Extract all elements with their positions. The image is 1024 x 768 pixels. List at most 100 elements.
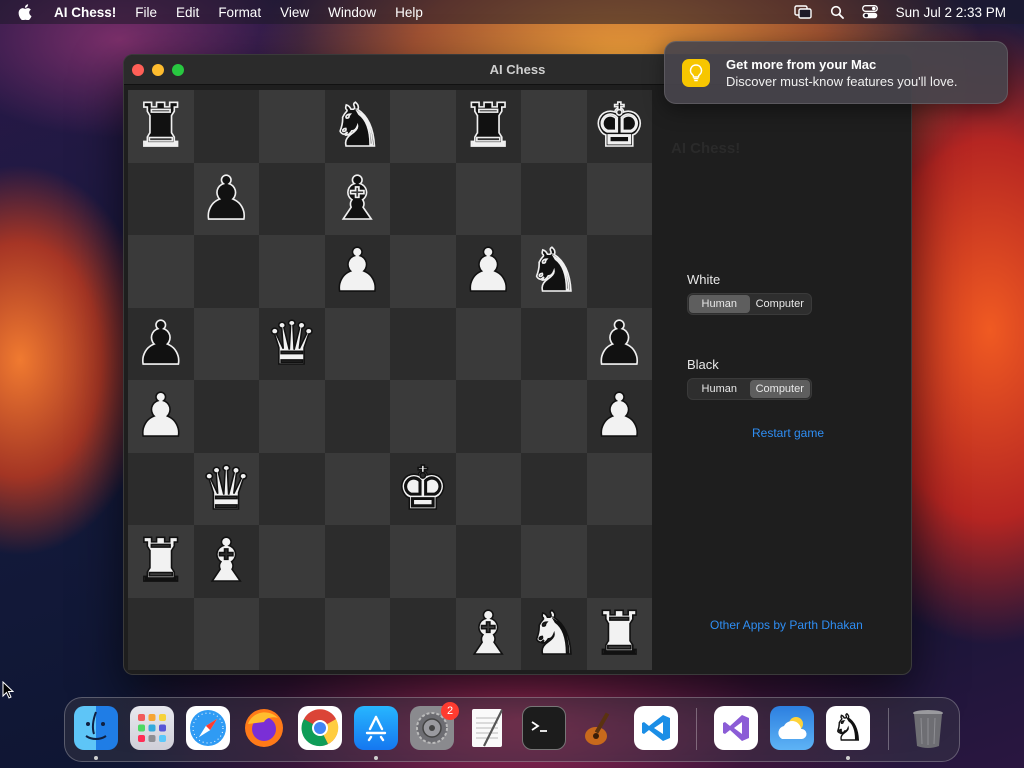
board-square-f6[interactable]: ♟ bbox=[455, 235, 521, 308]
black-human-option[interactable]: Human bbox=[689, 380, 750, 398]
board-square-b4[interactable] bbox=[193, 380, 259, 453]
board-square-c6[interactable] bbox=[259, 235, 325, 308]
control-center-icon[interactable] bbox=[861, 5, 878, 19]
board-square-b1[interactable] bbox=[193, 597, 259, 670]
black-pawn-piece[interactable]: ♟ bbox=[592, 313, 647, 375]
black-knight-piece[interactable]: ♞ bbox=[330, 95, 385, 157]
board-square-c4[interactable] bbox=[259, 380, 325, 453]
safari-icon[interactable] bbox=[186, 706, 230, 750]
board-square-e1[interactable] bbox=[390, 597, 456, 670]
board-square-e7[interactable] bbox=[390, 162, 456, 235]
white-king-piece[interactable]: ♚ bbox=[395, 458, 450, 520]
board-square-f1[interactable]: ♝ bbox=[455, 597, 521, 670]
board-square-h7[interactable] bbox=[586, 162, 652, 235]
board-square-d2[interactable] bbox=[324, 525, 390, 598]
visual-studio-icon[interactable] bbox=[714, 706, 758, 750]
white-human-option[interactable]: Human bbox=[689, 295, 750, 313]
board-square-g1[interactable]: ♞ bbox=[521, 597, 587, 670]
white-knight-piece[interactable]: ♞ bbox=[526, 603, 581, 665]
board-square-d3[interactable] bbox=[324, 452, 390, 525]
board-square-b7[interactable]: ♟ bbox=[193, 162, 259, 235]
board-square-d7[interactable]: ♝ bbox=[324, 162, 390, 235]
board-square-h1[interactable]: ♜ bbox=[586, 597, 652, 670]
board-square-h6[interactable] bbox=[586, 235, 652, 308]
board-square-e2[interactable] bbox=[390, 525, 456, 598]
board-square-b5[interactable] bbox=[193, 307, 259, 380]
board-square-e5[interactable] bbox=[390, 307, 456, 380]
other-apps-link[interactable]: Other Apps by Parth Dhakan bbox=[710, 618, 863, 632]
board-square-a6[interactable] bbox=[128, 235, 194, 308]
menu-window[interactable]: Window bbox=[328, 5, 376, 20]
ai-chess-dock-icon[interactable]: ♞ bbox=[826, 706, 870, 750]
board-square-f8[interactable]: ♜ bbox=[455, 90, 521, 163]
restart-game-link[interactable]: Restart game bbox=[752, 426, 824, 440]
white-pawn-piece[interactable]: ♟ bbox=[330, 240, 385, 302]
weather-icon[interactable] bbox=[770, 706, 814, 750]
apple-menu-icon[interactable] bbox=[18, 4, 38, 20]
black-rook-piece[interactable]: ♜ bbox=[133, 95, 188, 157]
menu-edit[interactable]: Edit bbox=[176, 5, 199, 20]
board-square-f7[interactable] bbox=[455, 162, 521, 235]
chrome-icon[interactable] bbox=[298, 706, 342, 750]
vscode-icon[interactable] bbox=[634, 706, 678, 750]
firefox-icon[interactable] bbox=[242, 706, 286, 750]
board-square-g2[interactable] bbox=[521, 525, 587, 598]
white-pawn-piece[interactable]: ♟ bbox=[133, 385, 188, 447]
board-square-h4[interactable]: ♟ bbox=[586, 380, 652, 453]
black-bishop-piece[interactable]: ♝ bbox=[330, 168, 385, 230]
board-square-a5[interactable]: ♟ bbox=[128, 307, 194, 380]
board-square-g7[interactable] bbox=[521, 162, 587, 235]
board-square-f4[interactable] bbox=[455, 380, 521, 453]
board-square-e3[interactable]: ♚ bbox=[390, 452, 456, 525]
launchpad-icon[interactable] bbox=[130, 706, 174, 750]
white-player-selector[interactable]: Human Computer bbox=[687, 293, 812, 315]
board-square-h5[interactable]: ♟ bbox=[586, 307, 652, 380]
white-pawn-piece[interactable]: ♟ bbox=[461, 240, 516, 302]
black-computer-option[interactable]: Computer bbox=[749, 380, 810, 398]
board-square-g3[interactable] bbox=[521, 452, 587, 525]
board-square-h8[interactable]: ♚ bbox=[586, 90, 652, 163]
board-square-a1[interactable] bbox=[128, 597, 194, 670]
board-square-c8[interactable] bbox=[259, 90, 325, 163]
board-square-f5[interactable] bbox=[455, 307, 521, 380]
board-square-d4[interactable] bbox=[324, 380, 390, 453]
board-square-e6[interactable] bbox=[390, 235, 456, 308]
menu-file[interactable]: File bbox=[135, 5, 157, 20]
menubar-clock[interactable]: Sun Jul 2 2:33 PM bbox=[896, 5, 1006, 20]
board-square-d1[interactable] bbox=[324, 597, 390, 670]
board-square-a2[interactable]: ♜ bbox=[128, 525, 194, 598]
board-square-h3[interactable] bbox=[586, 452, 652, 525]
board-square-g4[interactable] bbox=[521, 380, 587, 453]
board-square-c2[interactable] bbox=[259, 525, 325, 598]
white-rook-piece[interactable]: ♜ bbox=[133, 530, 188, 592]
app-store-icon[interactable] bbox=[354, 706, 398, 750]
board-square-e4[interactable] bbox=[390, 380, 456, 453]
black-player-selector[interactable]: Human Computer bbox=[687, 378, 812, 400]
board-square-f3[interactable] bbox=[455, 452, 521, 525]
board-square-a7[interactable] bbox=[128, 162, 194, 235]
textedit-icon[interactable] bbox=[466, 706, 510, 750]
white-pawn-piece[interactable]: ♟ bbox=[592, 385, 647, 447]
board-square-d8[interactable]: ♞ bbox=[324, 90, 390, 163]
black-rook-piece[interactable]: ♜ bbox=[461, 95, 516, 157]
board-square-b6[interactable] bbox=[193, 235, 259, 308]
white-computer-option[interactable]: Computer bbox=[750, 295, 811, 313]
board-square-e8[interactable] bbox=[390, 90, 456, 163]
menu-format[interactable]: Format bbox=[218, 5, 261, 20]
spotlight-search-icon[interactable] bbox=[830, 5, 844, 19]
black-king-piece[interactable]: ♚ bbox=[592, 95, 647, 157]
board-square-d5[interactable] bbox=[324, 307, 390, 380]
board-square-a3[interactable] bbox=[128, 452, 194, 525]
board-square-b2[interactable]: ♝ bbox=[193, 525, 259, 598]
black-pawn-piece[interactable]: ♟ bbox=[199, 168, 254, 230]
black-knight-piece[interactable]: ♞ bbox=[526, 240, 581, 302]
board-square-c3[interactable] bbox=[259, 452, 325, 525]
board-square-a8[interactable]: ♜ bbox=[128, 90, 194, 163]
board-square-b3[interactable]: ♛ bbox=[193, 452, 259, 525]
board-square-f2[interactable] bbox=[455, 525, 521, 598]
board-square-g5[interactable] bbox=[521, 307, 587, 380]
menu-app-name[interactable]: AI Chess! bbox=[54, 5, 116, 20]
board-square-c7[interactable] bbox=[259, 162, 325, 235]
white-rook-piece[interactable]: ♜ bbox=[592, 603, 647, 665]
menu-view[interactable]: View bbox=[280, 5, 309, 20]
